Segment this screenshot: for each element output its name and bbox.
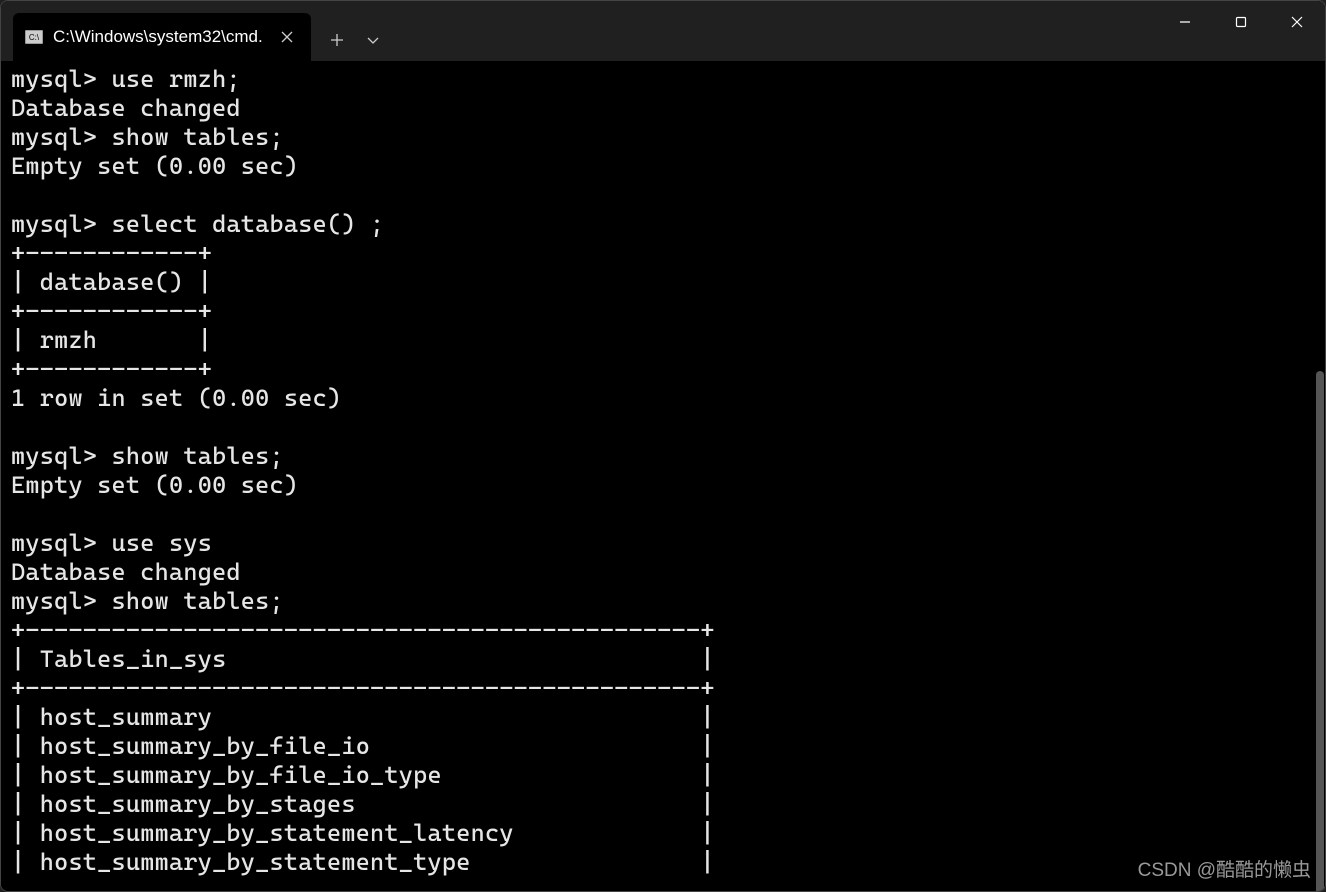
terminal-text: mysql> use rmzh; Database changed mysql>… <box>11 65 715 876</box>
tab-strip: C:\ C:\Windows\system32\cmd.e <box>1 1 391 61</box>
tab-active[interactable]: C:\ C:\Windows\system32\cmd.e <box>13 13 311 61</box>
tab-close-button[interactable] <box>273 23 301 51</box>
window-controls <box>1157 1 1325 43</box>
new-tab-button[interactable] <box>319 22 355 58</box>
watermark-text: CSDN @酷酷的懒虫 <box>1138 856 1311 885</box>
minimize-icon <box>1179 16 1191 28</box>
terminal-window: C:\ C:\Windows\system32\cmd.e <box>0 0 1326 892</box>
maximize-icon <box>1235 16 1247 28</box>
minimize-button[interactable] <box>1157 1 1213 43</box>
close-window-button[interactable] <box>1269 1 1325 43</box>
tab-title: C:\Windows\system32\cmd.e <box>53 27 263 47</box>
close-icon <box>281 31 293 43</box>
titlebar[interactable]: C:\ C:\Windows\system32\cmd.e <box>1 1 1325 61</box>
cmd-icon: C:\ <box>25 30 43 44</box>
close-icon <box>1291 16 1303 28</box>
scrollbar-thumb[interactable] <box>1316 371 1324 891</box>
maximize-button[interactable] <box>1213 1 1269 43</box>
tab-dropdown-button[interactable] <box>355 22 391 58</box>
chevron-down-icon <box>366 33 380 47</box>
plus-icon <box>330 33 344 47</box>
terminal-output[interactable]: mysql> use rmzh; Database changed mysql>… <box>1 61 1325 891</box>
